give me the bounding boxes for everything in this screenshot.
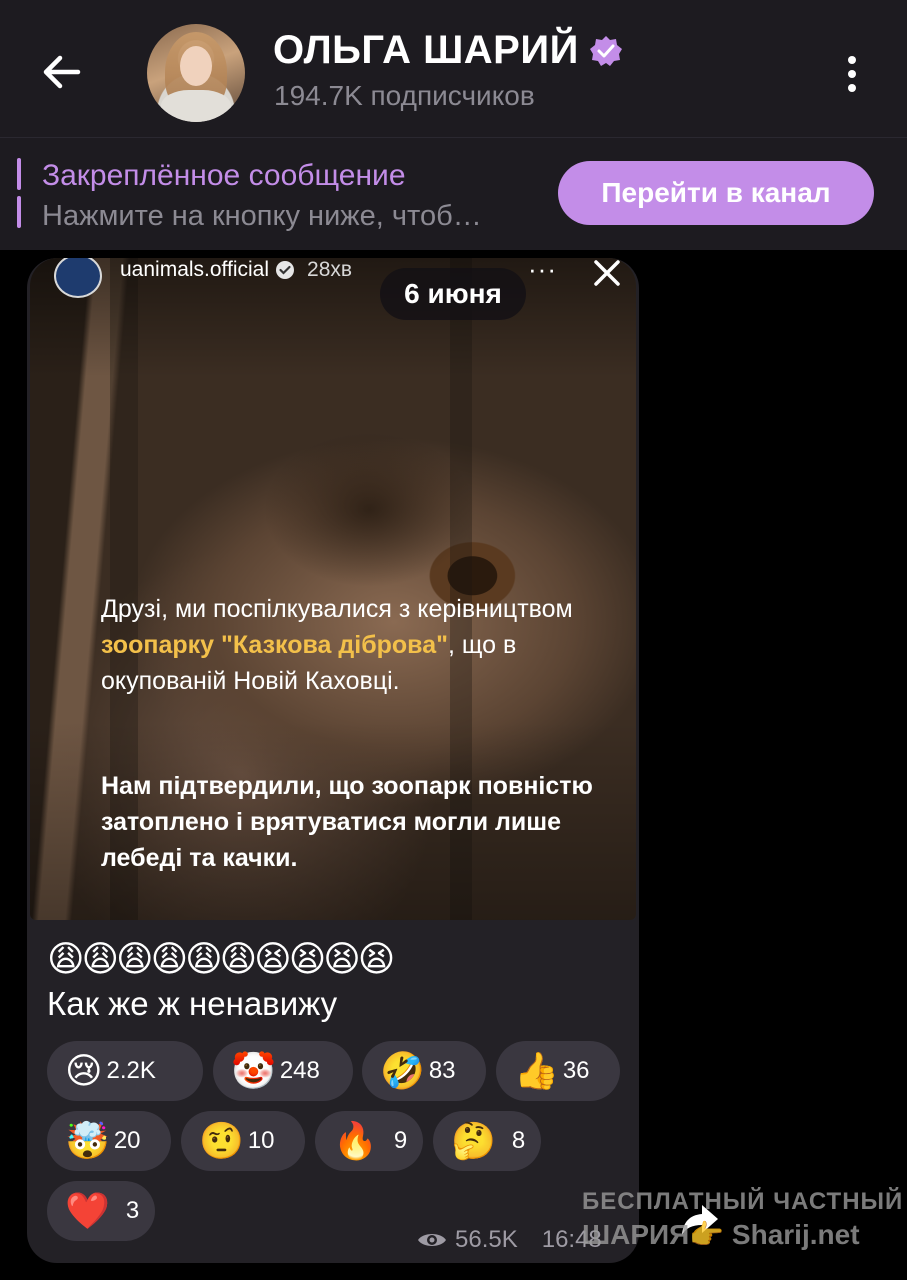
instagram-username: uanimals.official [120, 258, 270, 281]
reaction-thumbs-up[interactable]: 👍 36 [496, 1041, 620, 1101]
reaction-count: 20 [113, 1127, 141, 1154]
red-heart-icon: ❤️ [65, 1190, 110, 1231]
exploding-head-icon: 🤯 [65, 1120, 110, 1161]
reaction-rofl[interactable]: 🤣 83 [362, 1041, 486, 1101]
reaction-fire[interactable]: 🔥 9 [315, 1111, 423, 1171]
watermark-line-1: БЕСПЛАТНЫЙ ЧАСТНЫЙ [582, 1188, 904, 1215]
post-image[interactable]: uanimals.official 28хв ··· Друзі, ми пос… [30, 258, 636, 920]
reaction-count: 8 [511, 1127, 526, 1154]
eye-icon [418, 1234, 446, 1246]
pinned-indicator-second [17, 196, 21, 228]
reaction-raised-eyebrow[interactable]: 🤨 10 [181, 1111, 305, 1171]
reaction-crying[interactable]: 😢 2.2K [47, 1041, 203, 1101]
message-caption: Как же ж ненавижу [47, 985, 338, 1022]
reaction-count: 10 [247, 1127, 275, 1154]
clown-face-icon: 🤡 [231, 1050, 276, 1091]
reaction-count: 9 [393, 1127, 408, 1154]
instagram-verified-icon [276, 261, 295, 279]
pinned-indicator [17, 158, 21, 190]
watermark-line-2: ШАРИЯ👉 Sharij.net [582, 1219, 860, 1250]
back-arrow-icon [43, 55, 81, 89]
message-meta: 56.5K 16:48 [417, 1226, 602, 1254]
back-button[interactable] [30, 40, 94, 104]
image-text-paragraph-1: Друзі, ми поспілкувалися з керівництвом … [101, 595, 573, 695]
fire-icon: 🔥 [333, 1120, 378, 1161]
image-text-highlight: зоопарку "Казкова діброва" [101, 631, 448, 659]
raised-eyebrow-icon: 🤨 [199, 1120, 244, 1161]
verified-badge-icon [589, 35, 622, 66]
channel-name-text: ОЛЬГА ШАРИЙ [273, 28, 579, 72]
channel-title[interactable]: ОЛЬГА ШАРИЙ [273, 28, 623, 73]
reaction-exploding-head[interactable]: 🤯 20 [47, 1111, 171, 1171]
reaction-count: 36 [562, 1057, 590, 1084]
instagram-more-icon: ··· [528, 258, 557, 284]
instagram-user: uanimals.official 28хв [120, 258, 352, 282]
reaction-count: 3 [125, 1197, 140, 1224]
go-to-channel-button[interactable]: Перейти в канал [558, 161, 874, 225]
instagram-time: 28хв [307, 258, 353, 281]
thinking-face-icon: 🤔 [451, 1120, 496, 1161]
image-text-paragraph-2: Нам підтвердили, що зоопарк повністю зат… [101, 772, 593, 872]
crying-face-icon: 😢 [65, 1050, 103, 1091]
channel-header: ОЛЬГА ШАРИЙ 194.7K подписчиков [0, 0, 907, 137]
view-count: 56.5K [455, 1226, 518, 1253]
subscriber-count: 194.7K подписчиков [274, 80, 535, 111]
reaction-count: 2.2K [106, 1057, 156, 1084]
date-pill: 6 июня [380, 268, 526, 320]
reaction-thinking[interactable]: 🤔 8 [433, 1111, 541, 1171]
pinned-text: Нажмите на кнопку ниже, чтоб… [42, 200, 482, 232]
thumbs-up-icon: 👍 [514, 1050, 559, 1091]
rofl-face-icon: 🤣 [380, 1050, 425, 1091]
channel-avatar[interactable] [147, 24, 245, 122]
instagram-close-icon [594, 260, 620, 286]
reaction-count: 248 [279, 1057, 320, 1084]
reaction-heart[interactable]: ❤️ 3 [47, 1181, 155, 1241]
more-vertical-icon[interactable] [830, 44, 874, 104]
reaction-count: 83 [428, 1057, 456, 1084]
reaction-clown[interactable]: 🤡 248 [213, 1041, 353, 1101]
pinned-title: Закреплённое сообщение [42, 159, 406, 192]
emoji-line: 😩😩😩😩😩😩😫😫😫😫 [47, 938, 395, 979]
watermark: БЕСПЛАТНЫЙ ЧАСТНЫЙ ШАРИЯ👉 Sharij.net [582, 1188, 903, 1251]
